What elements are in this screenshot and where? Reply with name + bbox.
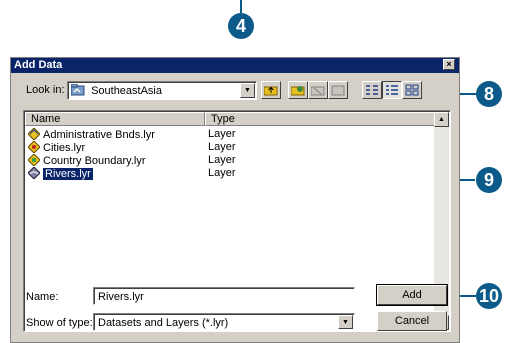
show-of-type-label: Show of type: (26, 317, 93, 329)
look-in-dropdown[interactable]: SoutheastAsia ▼ (67, 81, 257, 100)
list-item-name: Rivers.lyr (43, 168, 93, 180)
step-9-callout: 9 (476, 167, 502, 193)
name-input[interactable]: Rivers.lyr (93, 287, 355, 305)
dialog-titlebar: Add Data × (11, 58, 459, 73)
layer-file-icon (28, 128, 40, 140)
new-geodatabase-button[interactable] (328, 81, 348, 99)
list-item[interactable]: Cities.lyr (28, 141, 85, 154)
name-input-value: Rivers.lyr (98, 291, 144, 303)
chevron-up-icon: ▲ (438, 116, 445, 123)
look-in-label: Look in: (26, 84, 65, 96)
list-item-name: Country Boundary.lyr (43, 155, 146, 167)
chevron-down-icon: ▼ (244, 87, 251, 94)
column-header-name[interactable]: Name (25, 112, 205, 126)
disconnect-folder-icon (311, 86, 325, 96)
list-item-selected[interactable]: Rivers.lyr (28, 167, 93, 180)
scroll-up-button[interactable]: ▲ (434, 112, 449, 127)
cancel-button[interactable]: Cancel (377, 311, 447, 331)
list-item-name: Administrative Bnds.lyr (43, 129, 155, 141)
add-button[interactable]: Add (376, 284, 448, 306)
look-in-dropdown-button[interactable]: ▼ (240, 83, 255, 98)
add-data-dialog: Add Data × Look in: SoutheastAsia ▼ Name… (10, 57, 460, 343)
list-item-name: Cities.lyr (43, 142, 86, 154)
list-view-icon (366, 85, 378, 95)
list-item[interactable]: Country Boundary.lyr (28, 154, 146, 167)
step-8-callout: 8 (476, 81, 502, 107)
list-item-type: Layer (208, 154, 236, 166)
list-item[interactable]: Administrative Bnds.lyr (28, 128, 155, 141)
list-item-type: Layer (208, 167, 236, 179)
disconnect-folder-button[interactable] (308, 81, 328, 99)
close-icon: × (446, 59, 452, 69)
list-item-type: Layer (208, 141, 236, 153)
details-view-icon (386, 85, 398, 95)
up-folder-icon (264, 86, 278, 96)
step-4-leader-line (240, 0, 242, 13)
list-item-type: Layer (208, 128, 236, 140)
connect-to-folder-button[interactable] (288, 81, 308, 99)
dialog-title: Add Data (14, 59, 63, 71)
folder-connection-icon (70, 83, 85, 96)
name-label: Name: (26, 291, 59, 303)
geodatabase-icon (331, 85, 345, 96)
up-one-level-button[interactable] (261, 81, 281, 99)
close-button[interactable]: × (443, 59, 455, 70)
chevron-down-icon: ▼ (342, 319, 349, 326)
list-view-button[interactable] (362, 81, 382, 99)
look-in-value: SoutheastAsia (91, 85, 162, 97)
step-4-callout: 4 (228, 13, 254, 39)
show-of-type-dropdown-button[interactable]: ▼ (338, 315, 353, 329)
show-of-type-value: Datasets and Layers (*.lyr) (98, 317, 229, 329)
thumbnails-icon (405, 84, 419, 96)
step-10-callout: 10 (476, 283, 502, 309)
connect-folder-icon (291, 86, 305, 96)
details-view-button[interactable] (382, 81, 402, 99)
column-header-type[interactable]: Type (205, 112, 435, 126)
layer-file-icon (28, 141, 40, 153)
show-of-type-dropdown[interactable]: Datasets and Layers (*.lyr) ▼ (93, 313, 355, 331)
thumbnail-view-button[interactable] (402, 81, 422, 99)
layer-file-icon (28, 167, 40, 179)
layer-file-icon (28, 154, 40, 166)
